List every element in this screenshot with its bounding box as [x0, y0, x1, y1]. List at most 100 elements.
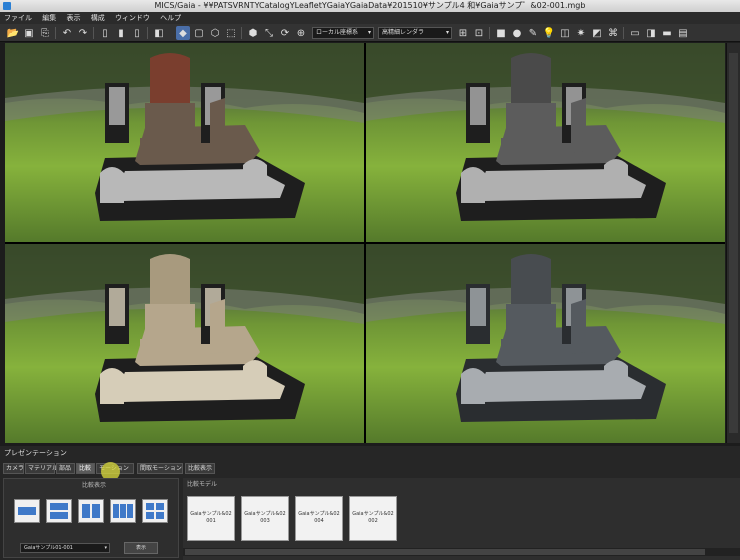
sphere-icon[interactable]: ● — [510, 26, 524, 40]
undo-icon[interactable]: ↶ — [60, 26, 74, 40]
left-post — [461, 167, 485, 203]
tomb-pedestal — [506, 103, 556, 143]
layout-panel-label: 比較表示 — [82, 482, 107, 489]
layout-single-icon[interactable]: ▭ — [628, 26, 642, 40]
tab-compare[interactable]: 比較 — [76, 463, 95, 474]
tab-layout-motion[interactable]: 間取モーション — [137, 463, 183, 474]
tombstone — [150, 254, 190, 304]
layout-four-button[interactable] — [142, 499, 168, 523]
side-stele — [210, 299, 225, 354]
tomb-pedestal — [145, 304, 195, 344]
viewport-top-left[interactable] — [5, 43, 364, 242]
menu-window[interactable]: ウィンドウ — [111, 12, 154, 24]
rect-select-icon[interactable]: ▢ — [192, 26, 206, 40]
menu-view[interactable]: 表示 — [62, 12, 84, 24]
tomb-pedestal — [145, 103, 195, 143]
paste-icon[interactable]: ▯ — [130, 26, 144, 40]
model-scrollbar[interactable] — [183, 548, 740, 556]
layout-select[interactable]: Gaiaサンプル01-001 ▾ — [20, 543, 110, 553]
property-icon[interactable]: ◧ — [152, 26, 166, 40]
viewport-render — [366, 43, 725, 221]
copy-icon[interactable]: ▮ — [114, 26, 128, 40]
viewport-render — [5, 244, 364, 422]
render-select[interactable]: 高精細レンダラ ▾ — [378, 27, 452, 39]
title-bar: MICS/Gaia - ¥¥PATSVRNTYCatalogYLeafletYG… — [0, 0, 740, 12]
redo-icon[interactable]: ↷ — [76, 26, 90, 40]
model-card-4[interactable]: Gaiaサンプル&02 002 — [349, 496, 397, 541]
side-stele — [210, 98, 225, 153]
right-post — [604, 360, 628, 394]
export-icon[interactable]: ⎘ — [38, 26, 52, 40]
apply-button[interactable]: 表示 — [124, 542, 158, 554]
grid-icon[interactable]: ⊞ — [456, 26, 470, 40]
layout-panel: 比較表示 Gaiaサンプル01-001 ▾ 表示 — [3, 478, 179, 558]
tab-material[interactable]: マテリアル — [25, 463, 58, 474]
model-card-2[interactable]: Gaiaサンプル&02 003 — [241, 496, 289, 541]
right-post — [243, 159, 267, 193]
scale-icon[interactable]: ⊕ — [294, 26, 308, 40]
tombstone — [511, 53, 551, 103]
menu-structure[interactable]: 構成 — [87, 12, 109, 24]
viewport-render — [5, 43, 364, 221]
cut-icon[interactable]: ▯ — [98, 26, 112, 40]
viewport-bottom-left[interactable] — [5, 244, 364, 443]
move-axis-icon[interactable]: ⤡ — [262, 26, 276, 40]
brush-icon[interactable]: ✎ — [526, 26, 540, 40]
tombstone — [511, 254, 551, 304]
viewport-top-right[interactable] — [366, 43, 725, 242]
side-stele — [571, 98, 586, 153]
camera-icon[interactable]: ◫ — [558, 26, 572, 40]
tab-camera[interactable]: カメラ — [3, 463, 24, 474]
viewport-grid — [5, 43, 725, 443]
open-folder-icon[interactable]: 📂 — [6, 26, 20, 40]
model-card-3[interactable]: Gaiaサンプル&02 004 — [295, 496, 343, 541]
save-icon[interactable]: ▣ — [22, 26, 36, 40]
left-back-inset — [109, 288, 125, 326]
monitor-icon[interactable]: ▬ — [660, 26, 674, 40]
tomb-base — [501, 339, 561, 351]
cube-icon[interactable]: ⬢ — [246, 26, 260, 40]
box-icon[interactable]: ⬚ — [224, 26, 238, 40]
lasso-icon[interactable]: ⬡ — [208, 26, 222, 40]
left-post — [100, 167, 124, 203]
model-panel-label: 比較モデル — [187, 481, 218, 488]
left-post — [100, 368, 124, 404]
window-icon[interactable]: ▤ — [676, 26, 690, 40]
layout-two-horizontal-button[interactable] — [46, 499, 72, 523]
model-panel: 比較モデル Gaiaサンプル&02 001 Gaiaサンプル&02 003 Ga… — [183, 478, 740, 560]
side-scrollbar[interactable] — [729, 53, 738, 433]
tomb-pedestal — [506, 304, 556, 344]
layout-two-vertical-button[interactable] — [78, 499, 104, 523]
layout-three-button[interactable] — [110, 499, 136, 523]
model-card-1[interactable]: Gaiaサンプル&02 001 — [187, 496, 235, 541]
window-title: MICS/Gaia - ¥¥PATSVRNTYCatalogYLeafletYG… — [154, 1, 586, 10]
tab-parts[interactable]: 部品 — [56, 463, 75, 474]
right-post — [243, 360, 267, 394]
presentation-title: プレゼンテーション — [4, 449, 67, 457]
menu-file[interactable]: ファイル — [0, 12, 36, 24]
menu-bar: ファイル 編集 表示 構成 ウィンドウ ヘルプ — [0, 12, 740, 24]
tombstone — [150, 53, 190, 103]
viewport-bottom-right[interactable] — [366, 244, 725, 443]
tomb-base — [501, 138, 561, 150]
side-stele — [571, 299, 586, 354]
left-post — [461, 368, 485, 404]
left-back-inset — [470, 288, 486, 326]
toolbar: 📂 ▣ ⎘ ↶ ↷ ▯ ▮ ▯ ◧ ◆ ▢ ⬡ ⬚ ⬢ ⤡ ⟳ ⊕ ローカル座標… — [0, 24, 740, 42]
coordinate-select[interactable]: ローカル座標系 ▾ — [312, 27, 374, 39]
tomb-base — [140, 339, 200, 351]
select-tool-icon[interactable]: ◆ — [176, 26, 190, 40]
shadow-icon[interactable]: ◩ — [590, 26, 604, 40]
material-red-icon[interactable]: ■ — [494, 26, 508, 40]
right-post — [604, 159, 628, 193]
layout-split-icon[interactable]: ◨ — [644, 26, 658, 40]
rotate-icon[interactable]: ⟳ — [278, 26, 292, 40]
menu-edit[interactable]: 編集 — [38, 12, 60, 24]
light-bulb-icon[interactable]: 💡 — [542, 26, 556, 40]
light-icon[interactable]: ✷ — [574, 26, 588, 40]
render-icon[interactable]: ⌘ — [606, 26, 620, 40]
menu-help[interactable]: ヘルプ — [156, 12, 185, 24]
layout-single-button[interactable] — [14, 499, 40, 523]
frame-icon[interactable]: ⊡ — [472, 26, 486, 40]
tab-compare-display[interactable]: 比較表示 — [185, 463, 215, 474]
